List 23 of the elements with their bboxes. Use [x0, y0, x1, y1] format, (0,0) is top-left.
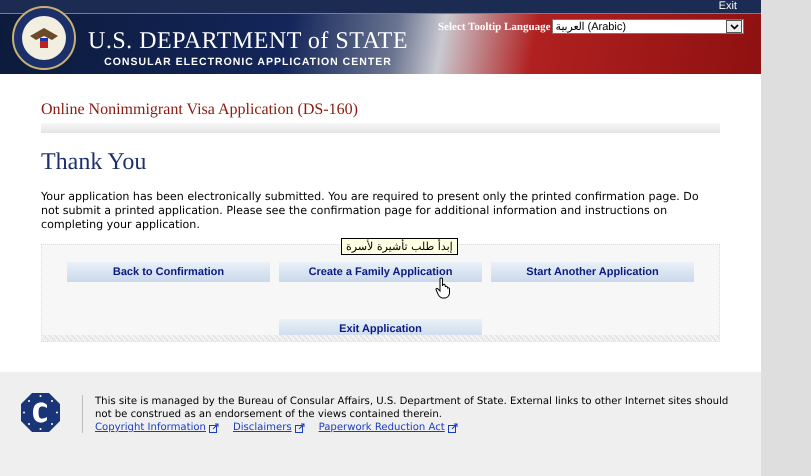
- footer-link[interactable]: Disclaimers: [232, 421, 305, 434]
- exit-link[interactable]: Exit: [718, 0, 737, 13]
- hand-cursor-icon: [435, 277, 451, 299]
- application-title: Online Nonimmigrant Visa Application (DS-160): [41, 101, 359, 119]
- language-select[interactable]: العربية (Arabic): [552, 19, 744, 34]
- external-link-icon: [208, 422, 219, 432]
- tooltip: إبدأ طلب تأشيرة لأسرة: [341, 238, 458, 255]
- page-heading: Thank You: [41, 149, 148, 176]
- footer-disclaimer: This site is managed by the Bureau of Consular Affairs, U.S. Department of State. External links to other Internet sites should not be construed as an endorsement of the views contained therein.: [95, 396, 730, 421]
- external-link-icon: [448, 422, 458, 432]
- site-title: U.S. DEPARTMENT of STATE: [88, 28, 408, 54]
- language-label: Select Tooltip Language: [438, 20, 550, 32]
- footer-link[interactable]: Copyright Information: [95, 421, 219, 434]
- footer-link[interactable]: Paperwork Reduction Act: [318, 421, 458, 434]
- site-subtitle: CONSULAR ELECTRONIC APPLICATION CENTER: [104, 56, 392, 68]
- external-link-icon: [294, 422, 305, 432]
- chevron-down-icon: [730, 24, 739, 30]
- action-button[interactable]: Create a Family Application: [279, 262, 482, 282]
- consular-logo-icon: [20, 392, 61, 433]
- seal-icon: [12, 6, 76, 70]
- action-button[interactable]: Start Another Application: [491, 262, 694, 282]
- action-button[interactable]: Back to Confirmation: [67, 262, 270, 282]
- confirmation-message: Your application has been electronically submitted. You are required to present only the printed confirmation page. Do not submit a printed application. Please see the confirmation page for additional information and instructions on completing your application.: [41, 190, 700, 232]
